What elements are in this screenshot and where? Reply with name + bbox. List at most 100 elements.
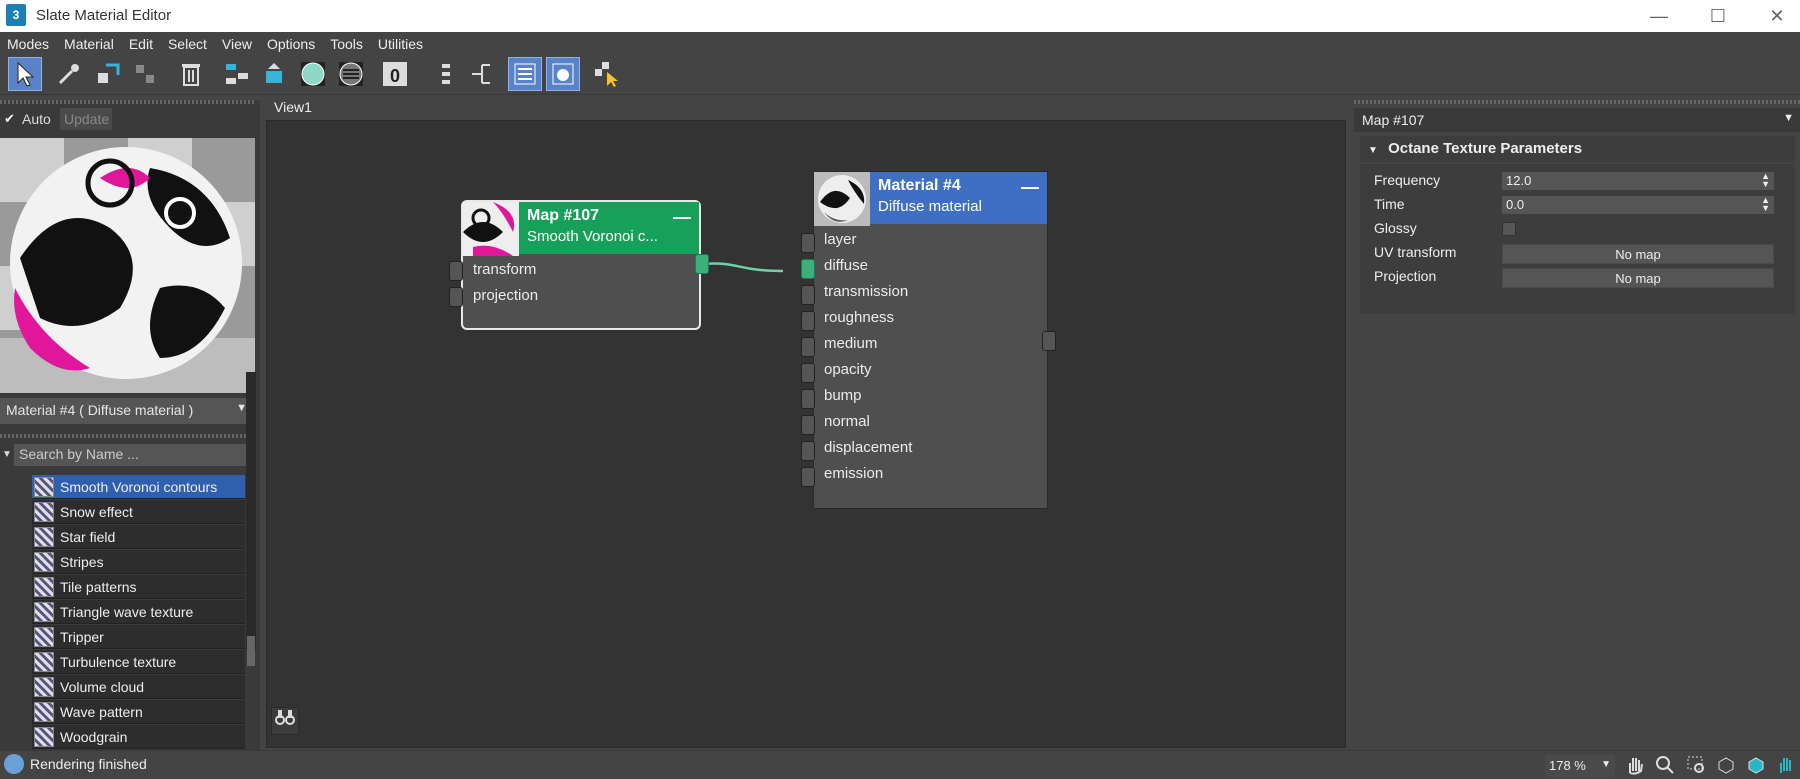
map-icon bbox=[34, 601, 54, 622]
parameter-editor-title[interactable]: Map #107 ▼ bbox=[1354, 108, 1800, 132]
select-tool-icon[interactable] bbox=[8, 57, 42, 91]
zoom-dropdown[interactable]: 178 % ▼ bbox=[1545, 755, 1615, 777]
slot-transform[interactable]: transform bbox=[463, 258, 699, 284]
input-socket[interactable] bbox=[801, 467, 815, 487]
slot-opacity[interactable]: opacity bbox=[814, 358, 1047, 384]
zoom-extents-selected-icon[interactable] bbox=[1746, 755, 1766, 775]
zoom-icon[interactable] bbox=[1655, 755, 1675, 775]
time-spinner[interactable]: 0.0 ▲ ▼ bbox=[1502, 196, 1774, 214]
list-item[interactable]: Turbulence texture bbox=[32, 650, 245, 674]
scrollbar-thumb[interactable] bbox=[247, 636, 255, 666]
slot-normal[interactable]: normal bbox=[814, 410, 1047, 436]
layout-children-icon[interactable] bbox=[258, 57, 292, 91]
menu-utilities[interactable]: Utilities bbox=[371, 36, 431, 52]
assign-material-icon[interactable] bbox=[92, 57, 126, 91]
material-map-node-icon[interactable] bbox=[296, 57, 330, 91]
menu-modes[interactable]: Modes bbox=[0, 36, 57, 52]
divider bbox=[0, 434, 255, 438]
binoculars-icon[interactable] bbox=[271, 707, 299, 735]
menu-edit[interactable]: Edit bbox=[122, 36, 161, 52]
hide-unused-slots-icon[interactable] bbox=[430, 57, 464, 91]
tab-view1[interactable]: View1 bbox=[266, 96, 326, 118]
node-canvas[interactable]: Map #107 Smooth Voronoi c... — transform… bbox=[266, 120, 1346, 748]
spinner-arrows-icon[interactable]: ▲ ▼ bbox=[1761, 172, 1770, 189]
input-socket[interactable] bbox=[801, 363, 815, 383]
input-socket[interactable] bbox=[801, 311, 815, 331]
map-node[interactable]: Map #107 Smooth Voronoi c... — transform… bbox=[461, 200, 701, 330]
material-node[interactable]: Material #4 Diffuse material — layer dif… bbox=[813, 171, 1048, 509]
move-children-icon[interactable] bbox=[128, 57, 162, 91]
list-item[interactable]: Wave pattern bbox=[32, 700, 245, 724]
list-item[interactable]: Tripper bbox=[32, 625, 245, 649]
list-item[interactable]: Snow effect bbox=[32, 500, 245, 524]
map-node-header[interactable]: Map #107 Smooth Voronoi c... — bbox=[463, 202, 699, 256]
slot-transmission[interactable]: transmission bbox=[814, 280, 1047, 306]
input-socket[interactable] bbox=[801, 337, 815, 357]
pan-hand-icon[interactable] bbox=[1625, 755, 1645, 775]
zoom-extents-icon[interactable] bbox=[1716, 755, 1736, 775]
menu-material[interactable]: Material bbox=[57, 36, 122, 52]
maximize-icon[interactable]: ☐ bbox=[1703, 4, 1733, 28]
slot-diffuse[interactable]: diffuse bbox=[814, 254, 1047, 280]
input-socket[interactable] bbox=[801, 441, 815, 461]
input-socket[interactable] bbox=[801, 389, 815, 409]
auto-checkbox-icon[interactable]: ✔ bbox=[4, 111, 15, 127]
node-tree-icon[interactable] bbox=[464, 57, 498, 91]
zoom-region-icon[interactable] bbox=[1686, 755, 1706, 775]
collapse-node-icon[interactable]: — bbox=[673, 207, 691, 228]
show-navigator-icon[interactable] bbox=[508, 57, 542, 91]
input-socket[interactable] bbox=[449, 261, 463, 281]
show-map-in-viewport-icon[interactable]: 0 bbox=[378, 57, 412, 91]
slot-bump[interactable]: bump bbox=[814, 384, 1047, 410]
frequency-spinner[interactable]: 12.0 ▲ ▼ bbox=[1502, 172, 1774, 190]
close-icon[interactable]: ✕ bbox=[1762, 4, 1792, 28]
map-list-scrollbar[interactable] bbox=[246, 372, 256, 650]
update-button[interactable]: Update bbox=[60, 108, 112, 130]
svg-text:0: 0 bbox=[390, 66, 400, 86]
input-socket[interactable] bbox=[801, 285, 815, 305]
menu-tools[interactable]: Tools bbox=[323, 36, 371, 52]
list-item[interactable]: Tile patterns bbox=[32, 575, 245, 599]
collapse-triangle-icon[interactable]: ▼ bbox=[2, 449, 12, 460]
delete-icon[interactable] bbox=[174, 57, 208, 91]
slot-projection[interactable]: projection bbox=[463, 284, 699, 310]
uv-transform-map-button[interactable]: No map bbox=[1502, 244, 1774, 264]
parameter-editor-icon[interactable] bbox=[546, 57, 580, 91]
list-item[interactable]: Triangle wave texture bbox=[32, 600, 245, 624]
frequency-label: Frequency bbox=[1374, 172, 1441, 188]
map-icon bbox=[34, 551, 54, 572]
material-selector[interactable]: Material #4 ( Diffuse material ) ▼ bbox=[0, 398, 255, 424]
list-item[interactable]: Stripes bbox=[32, 550, 245, 574]
background-checker-icon[interactable] bbox=[334, 57, 368, 91]
spinner-arrows-icon[interactable]: ▲ ▼ bbox=[1761, 196, 1770, 213]
slot-medium[interactable]: medium bbox=[814, 332, 1047, 358]
output-socket[interactable] bbox=[1042, 331, 1056, 351]
input-socket[interactable] bbox=[801, 233, 815, 253]
input-socket[interactable] bbox=[801, 415, 815, 435]
input-socket[interactable] bbox=[449, 287, 463, 307]
slot-displacement[interactable]: displacement bbox=[814, 436, 1047, 462]
list-item[interactable]: Woodgrain bbox=[32, 725, 245, 749]
list-item[interactable]: Smooth Voronoi contours bbox=[32, 475, 245, 499]
hand-tool-icon[interactable] bbox=[1776, 755, 1796, 775]
projection-map-button[interactable]: No map bbox=[1502, 268, 1774, 288]
output-socket[interactable] bbox=[695, 254, 709, 274]
layout-all-icon[interactable] bbox=[220, 57, 254, 91]
select-by-material-icon[interactable] bbox=[590, 57, 624, 91]
slot-layer[interactable]: layer bbox=[814, 228, 1047, 254]
menu-select[interactable]: Select bbox=[161, 36, 215, 52]
input-socket[interactable] bbox=[801, 259, 815, 279]
search-input[interactable]: Search by Name ... bbox=[14, 444, 254, 466]
glossy-checkbox[interactable] bbox=[1502, 222, 1516, 236]
menu-view[interactable]: View bbox=[215, 36, 260, 52]
menu-options[interactable]: Options bbox=[260, 36, 323, 52]
rollout-header[interactable]: ▼ Octane Texture Parameters bbox=[1360, 136, 1795, 162]
list-item[interactable]: Volume cloud bbox=[32, 675, 245, 699]
slot-roughness[interactable]: roughness bbox=[814, 306, 1047, 332]
material-node-header[interactable]: Material #4 Diffuse material — bbox=[814, 172, 1047, 226]
eyedropper-icon[interactable] bbox=[52, 57, 86, 91]
collapse-node-icon[interactable]: — bbox=[1021, 177, 1039, 198]
slot-emission[interactable]: emission bbox=[814, 462, 1047, 488]
list-item[interactable]: Star field bbox=[32, 525, 245, 549]
minimize-icon[interactable]: — bbox=[1644, 4, 1674, 28]
